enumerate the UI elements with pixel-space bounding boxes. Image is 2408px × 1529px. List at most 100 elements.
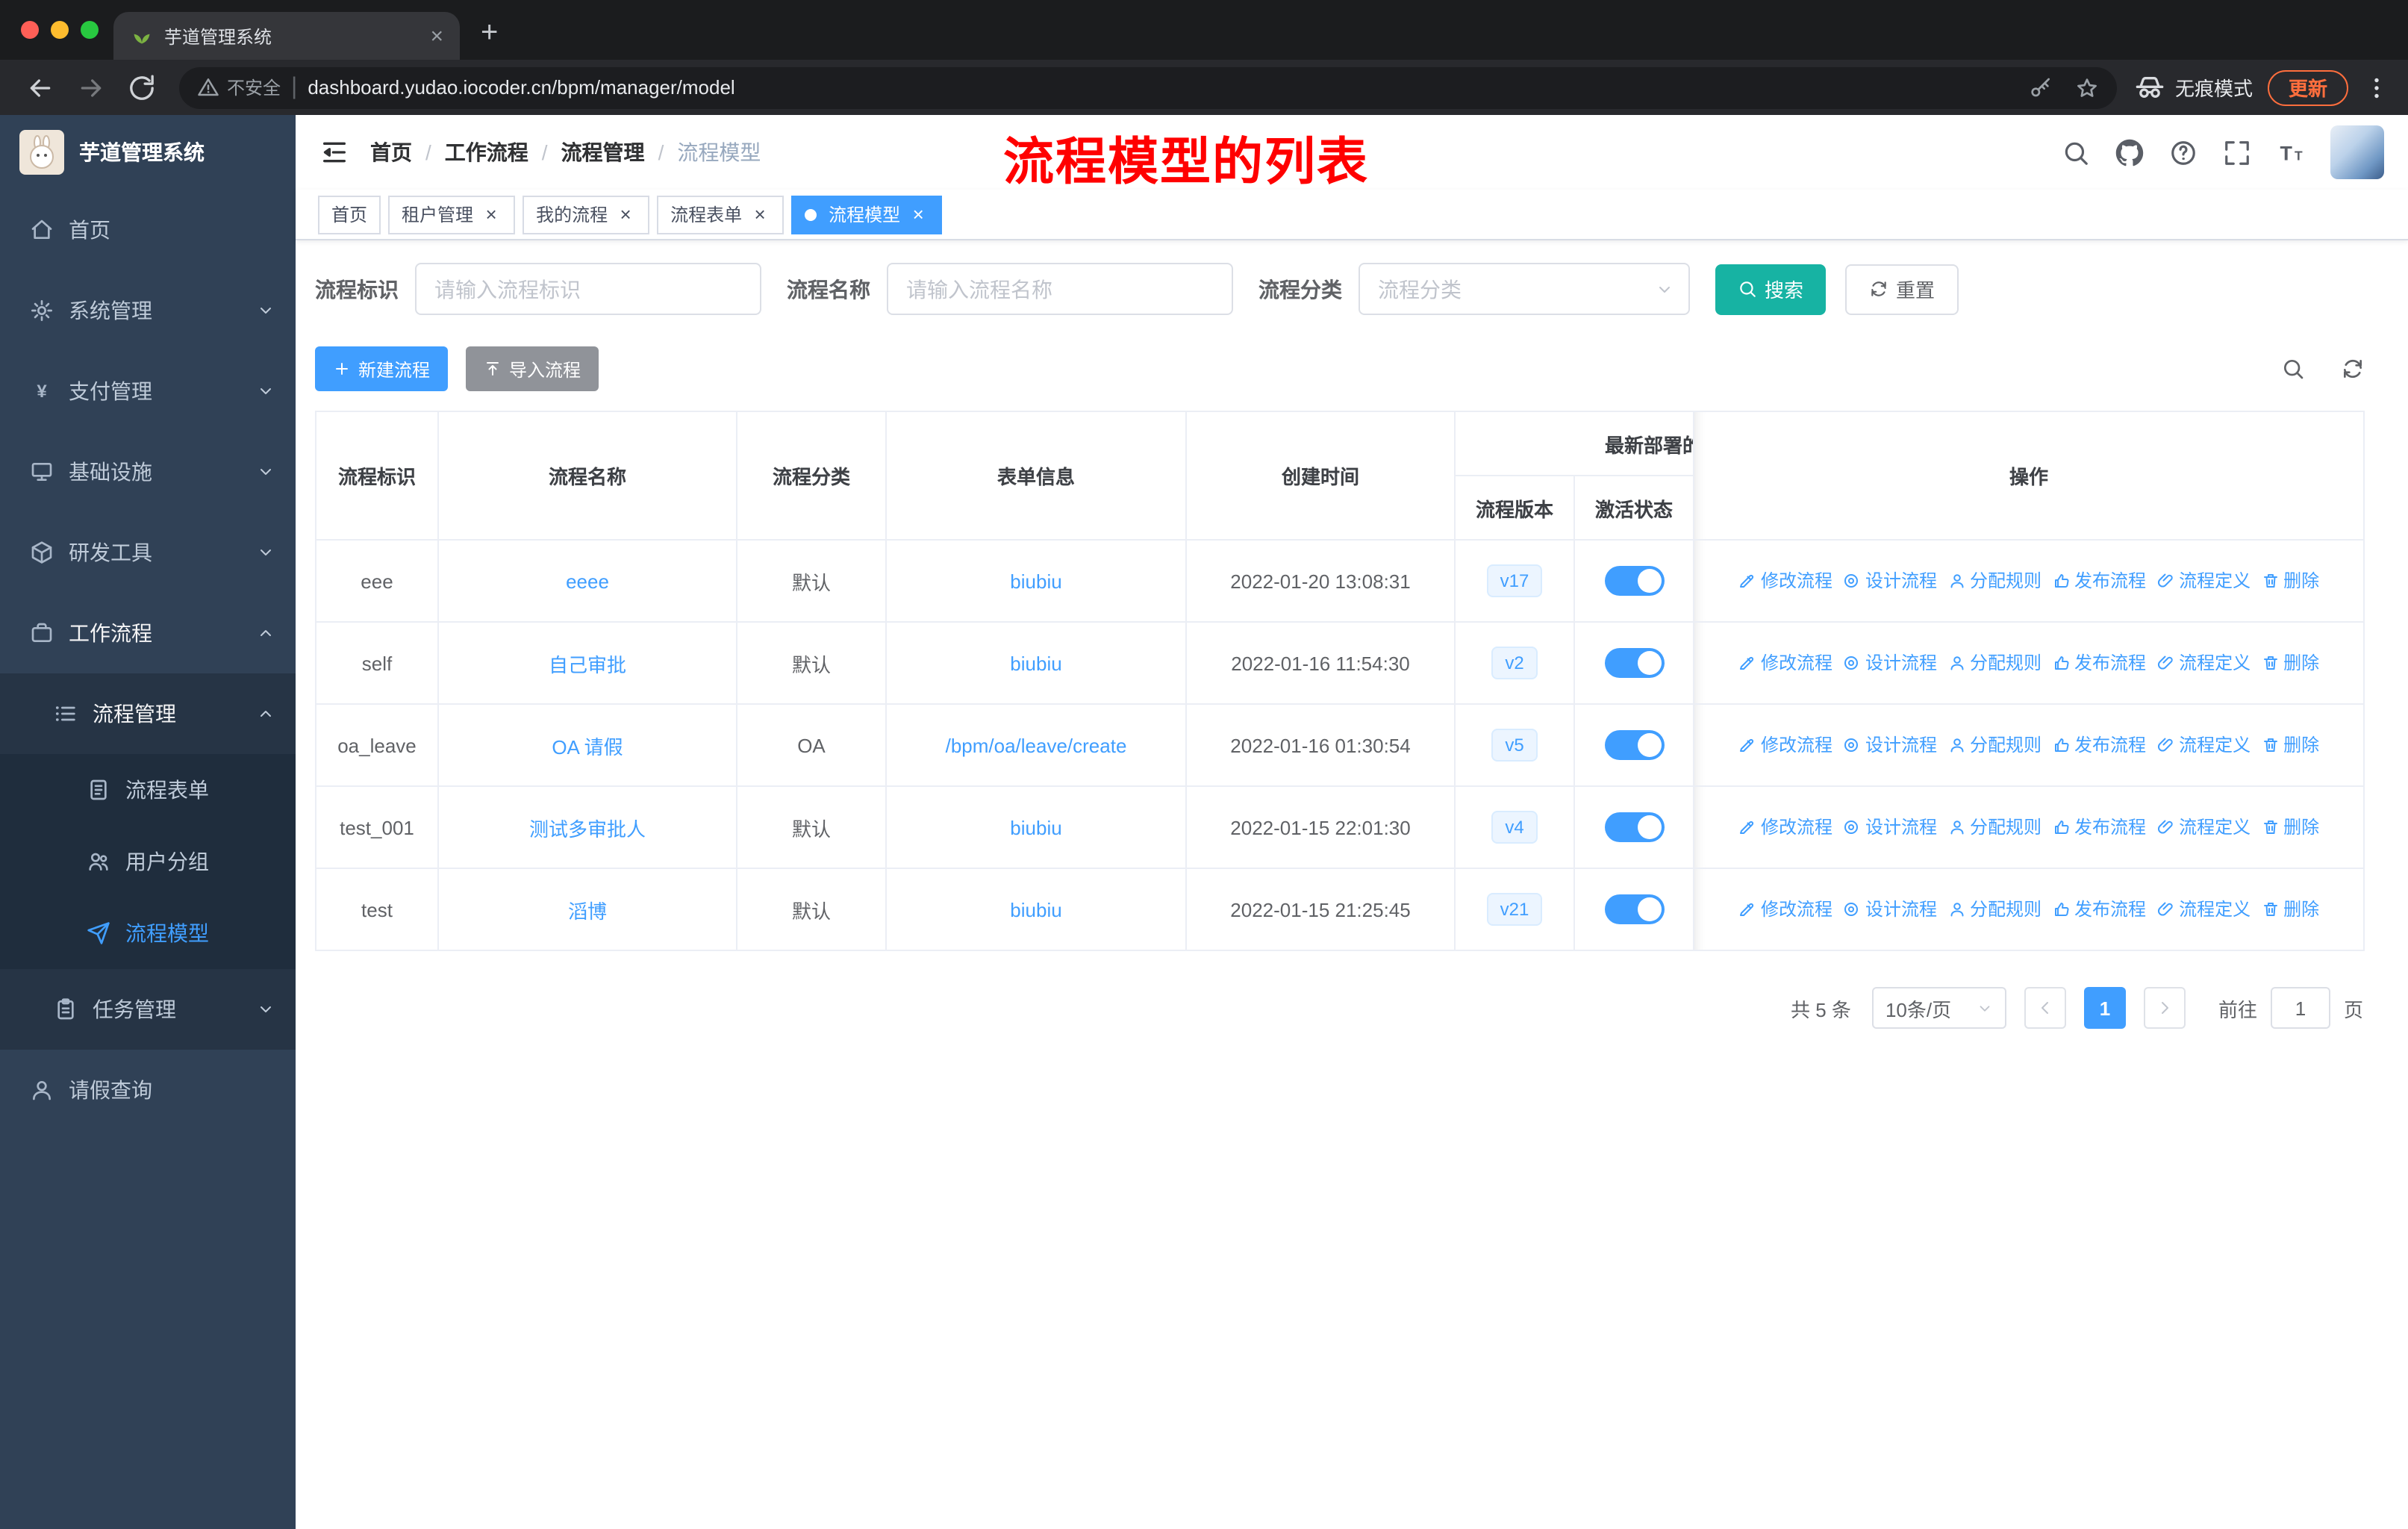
process-name-link[interactable]: 测试多审批人 — [529, 818, 646, 840]
active-toggle[interactable] — [1604, 894, 1664, 924]
tag-my-process[interactable]: 我的流程 × — [523, 195, 650, 234]
op-edit-link[interactable]: 修改流程 — [1738, 815, 1832, 840]
sidebar-item-home[interactable]: 首页 — [0, 190, 296, 270]
op-delete-link[interactable]: 删除 — [2261, 732, 2319, 758]
close-icon[interactable]: × — [481, 204, 502, 225]
sidebar-item-process-form[interactable]: 流程表单 — [0, 754, 296, 826]
sidebar-item-task-mgmt[interactable]: 任务管理 — [0, 969, 296, 1050]
op-publish-link[interactable]: 发布流程 — [2052, 815, 2146, 840]
sidebar-item-devtools[interactable]: 研发工具 — [0, 512, 296, 593]
version-badge[interactable]: v17 — [1486, 564, 1543, 598]
new-tab-button[interactable]: + — [481, 18, 498, 48]
form-link[interactable]: /bpm/oa/leave/create — [946, 734, 1127, 756]
active-toggle[interactable] — [1604, 648, 1664, 678]
search-button[interactable]: 搜索 — [1715, 264, 1827, 314]
active-toggle[interactable] — [1604, 566, 1664, 596]
op-publish-link[interactable]: 发布流程 — [2052, 650, 2146, 676]
op-assign-link[interactable]: 分配规则 — [1947, 568, 2042, 594]
process-name-link[interactable]: OA 请假 — [552, 735, 623, 758]
sidebar-item-infrastructure[interactable]: 基础设施 — [0, 432, 296, 512]
process-id-input[interactable] — [415, 263, 761, 315]
sidebar-fold-button[interactable] — [319, 137, 349, 167]
help-icon[interactable] — [2169, 138, 2198, 166]
next-page-button[interactable] — [2143, 987, 2186, 1029]
op-delete-link[interactable]: 删除 — [2261, 650, 2319, 676]
forward-button[interactable] — [76, 72, 106, 102]
op-edit-link[interactable]: 修改流程 — [1738, 568, 1832, 594]
op-delete-link[interactable]: 删除 — [2261, 815, 2319, 840]
goto-page-input[interactable] — [2270, 987, 2330, 1029]
font-size-icon[interactable]: TT — [2277, 138, 2305, 166]
active-toggle[interactable] — [1604, 812, 1664, 842]
close-window-button[interactable] — [21, 21, 39, 39]
op-publish-link[interactable]: 发布流程 — [2052, 568, 2146, 594]
sidebar-item-workflow[interactable]: 工作流程 — [0, 593, 296, 673]
back-button[interactable] — [25, 72, 55, 102]
sidebar-item-process-model[interactable]: 流程模型 — [0, 897, 296, 969]
op-definition-link[interactable]: 流程定义 — [2156, 815, 2251, 840]
op-design-link[interactable]: 设计流程 — [1843, 650, 1937, 676]
reset-button[interactable]: 重置 — [1845, 264, 1959, 314]
prev-page-button[interactable] — [2024, 987, 2066, 1029]
tab-close-icon[interactable]: × — [425, 25, 448, 47]
sidebar-item-payment[interactable]: ¥ 支付管理 — [0, 351, 296, 432]
op-definition-link[interactable]: 流程定义 — [2156, 650, 2251, 676]
page-number-1[interactable]: 1 — [2083, 987, 2126, 1029]
op-assign-link[interactable]: 分配规则 — [1947, 732, 2042, 758]
search-icon[interactable] — [2062, 138, 2090, 166]
create-process-button[interactable]: 新建流程 — [315, 346, 449, 391]
op-design-link[interactable]: 设计流程 — [1843, 568, 1937, 594]
form-link[interactable]: biubiu — [1010, 652, 1061, 674]
sidebar-item-user-group[interactable]: 用户分组 — [0, 826, 296, 897]
process-name-link[interactable]: eeee — [566, 570, 609, 592]
tag-tenant-mgmt[interactable]: 租户管理 × — [388, 195, 516, 234]
process-name-input[interactable] — [887, 263, 1233, 315]
minimize-window-button[interactable] — [51, 21, 69, 39]
version-badge[interactable]: v4 — [1491, 810, 1538, 844]
import-process-button[interactable]: 导入流程 — [466, 346, 599, 391]
password-key-icon[interactable] — [2029, 75, 2053, 99]
reload-button[interactable] — [127, 72, 157, 102]
address-bar[interactable]: 不安全 | dashboard.yudao.iocoder.cn/bpm/man… — [179, 66, 2117, 108]
breadcrumb-workflow[interactable]: 工作流程 — [445, 137, 528, 167]
op-design-link[interactable]: 设计流程 — [1843, 815, 1937, 840]
app-logo[interactable]: 芋道管理系统 — [0, 115, 296, 190]
op-definition-link[interactable]: 流程定义 — [2156, 897, 2251, 922]
op-edit-link[interactable]: 修改流程 — [1738, 650, 1832, 676]
page-size-select[interactable]: 10条/页 — [1871, 987, 2006, 1029]
security-indicator[interactable]: 不安全 — [197, 75, 281, 100]
user-avatar[interactable] — [2330, 125, 2384, 179]
version-badge[interactable]: v5 — [1491, 728, 1538, 762]
op-edit-link[interactable]: 修改流程 — [1738, 732, 1832, 758]
sidebar-item-leave-query[interactable]: 请假查询 — [0, 1050, 296, 1130]
browser-menu-button[interactable] — [2363, 74, 2390, 101]
active-toggle[interactable] — [1604, 730, 1664, 760]
op-definition-link[interactable]: 流程定义 — [2156, 568, 2251, 594]
fullscreen-icon[interactable] — [2223, 138, 2251, 166]
form-link[interactable]: biubiu — [1010, 816, 1061, 838]
op-delete-link[interactable]: 删除 — [2261, 568, 2319, 594]
op-assign-link[interactable]: 分配规则 — [1947, 897, 2042, 922]
browser-tab[interactable]: 芋道管理系统 × — [113, 12, 460, 60]
form-link[interactable]: biubiu — [1010, 898, 1061, 921]
tag-process-model[interactable]: 流程模型 × — [791, 195, 943, 234]
github-icon[interactable] — [2115, 138, 2144, 166]
version-badge[interactable]: v21 — [1486, 892, 1543, 927]
op-design-link[interactable]: 设计流程 — [1843, 897, 1937, 922]
bookmark-star-icon[interactable] — [2075, 75, 2099, 99]
op-design-link[interactable]: 设计流程 — [1843, 732, 1937, 758]
tag-home[interactable]: 首页 — [318, 195, 381, 234]
tag-process-form[interactable]: 流程表单 × — [657, 195, 785, 234]
op-delete-link[interactable]: 删除 — [2261, 897, 2319, 922]
close-icon[interactable]: × — [615, 204, 636, 225]
process-category-select[interactable]: 流程分类 — [1359, 263, 1690, 315]
chrome-update-button[interactable]: 更新 — [2267, 69, 2348, 105]
form-link[interactable]: biubiu — [1010, 570, 1061, 592]
process-name-link[interactable]: 自己审批 — [549, 653, 626, 676]
op-publish-link[interactable]: 发布流程 — [2052, 897, 2146, 922]
refresh-table-icon[interactable] — [2341, 357, 2365, 381]
op-definition-link[interactable]: 流程定义 — [2156, 732, 2251, 758]
sidebar-item-process-mgmt[interactable]: 流程管理 — [0, 673, 296, 754]
op-assign-link[interactable]: 分配规则 — [1947, 815, 2042, 840]
op-edit-link[interactable]: 修改流程 — [1738, 897, 1832, 922]
